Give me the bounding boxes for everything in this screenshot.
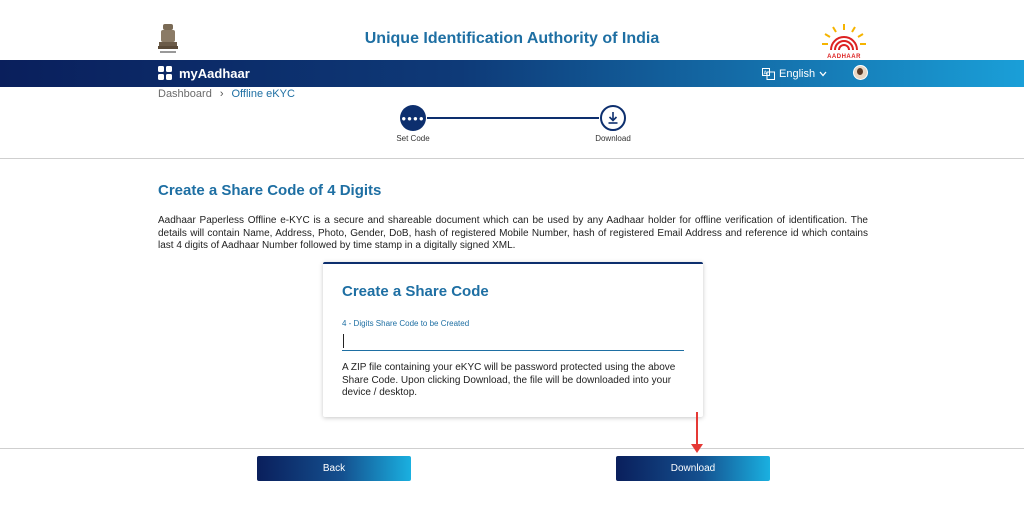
page-heading: Create a Share Code of 4 Digits (158, 182, 382, 199)
breadcrumb: Dashboard › Offline eKYC (158, 88, 295, 100)
card-title: Create a Share Code (342, 283, 489, 300)
step-set-code-label: Set Code (396, 134, 430, 143)
language-selector[interactable]: A English (762, 66, 831, 81)
translate-icon: A (762, 67, 775, 80)
navbar (0, 60, 1024, 87)
page: Unique Identification Authority of India… (0, 0, 1024, 505)
step-set-code-indicator: ●●●● (400, 105, 426, 131)
annotation-arrow-down-icon (691, 444, 703, 453)
share-code-field-label: 4 - Digits Share Code to be Created (342, 319, 470, 328)
aadhaar-logo: AADHAAR (819, 22, 869, 60)
card-note: A ZIP file containing your eKYC will be … (342, 362, 676, 398)
user-avatar[interactable] (853, 65, 868, 80)
divider-top (0, 158, 1024, 159)
top-header: Unique Identification Authority of India… (0, 0, 1024, 60)
step-download-label: Download (595, 134, 631, 143)
annotation-arrow-shaft (696, 412, 698, 446)
text-caret (343, 334, 344, 348)
site-title: Unique Identification Authority of India (364, 30, 660, 47)
chevron-down-icon (819, 71, 827, 76)
download-button[interactable]: Download (616, 456, 770, 481)
back-button[interactable]: Back (257, 456, 411, 481)
page-description: Aadhaar Paperless Offline e-KYC is a sec… (158, 215, 868, 251)
share-code-input[interactable] (342, 331, 684, 351)
brand-name[interactable]: myAadhaar (179, 66, 250, 81)
divider-bottom (0, 448, 1024, 449)
breadcrumb-separator-icon: › (219, 88, 224, 100)
apps-grid-icon[interactable] (158, 66, 173, 81)
breadcrumb-dashboard-link[interactable]: Dashboard (158, 88, 212, 100)
share-code-card: Create a Share Code 4 - Digits Share Cod… (323, 262, 703, 417)
password-dots-icon: ●●●● (401, 113, 425, 123)
aadhaar-sun-icon (822, 24, 866, 51)
download-icon (608, 112, 618, 124)
svg-text:A: A (764, 70, 768, 76)
step-download-indicator (600, 105, 626, 131)
language-label: English (779, 67, 816, 80)
breadcrumb-current: Offline eKYC (231, 88, 295, 100)
stepper-connector (427, 117, 599, 119)
